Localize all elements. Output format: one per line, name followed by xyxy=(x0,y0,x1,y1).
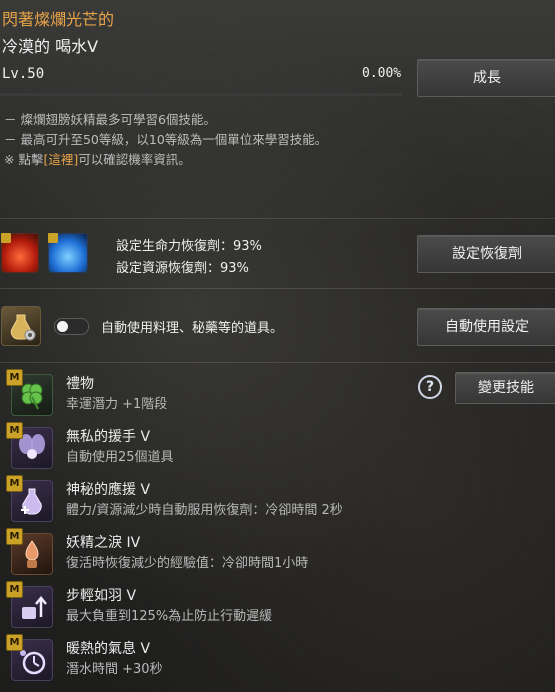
info-line-2: － 最高可升至50等級，以10等級為一個單位來學習技能。 xyxy=(4,132,328,147)
pet-title-line1: 閃著燦爛光芒的 xyxy=(2,10,115,29)
mastery-badge: M xyxy=(6,581,23,598)
toggle-knob xyxy=(57,321,68,332)
mp-recovery-label: 設定資源恢復劑：93% xyxy=(116,261,249,276)
list-item: M 步輕如羽 V 最大負重到125%為止防止行動遲緩 xyxy=(0,581,555,634)
hp-potion-icon xyxy=(1,233,39,273)
mp-potion-icon xyxy=(48,233,88,273)
plus-badge xyxy=(1,233,11,243)
progress-percent: 0.00% xyxy=(362,66,402,81)
skill-desc: 自動使用25個道具 xyxy=(66,450,174,465)
mastery-badge: M xyxy=(6,369,23,386)
list-item: M 禮物 幸運潛力 +1階段 xyxy=(0,369,555,422)
info-line-3-prefix: ※ 點擊 xyxy=(4,152,44,167)
skill-name: 禮物 xyxy=(66,376,94,392)
skill-name: 暖熱的氣息 V xyxy=(66,641,151,657)
list-item: M 無私的援手 V 自動使用25個道具 xyxy=(0,422,555,475)
divider-bottom xyxy=(0,362,555,363)
list-item: M 妖精之淚 IV 復活時恢復減少的經驗值：冷卻時間1小時 xyxy=(0,528,555,581)
mastery-badge: M xyxy=(6,528,23,545)
set-recovery-button[interactable]: 設定恢復劑 xyxy=(417,235,555,273)
auto-use-label: 自動使用料理、秘藥等的道具。 xyxy=(101,321,284,336)
probability-link[interactable]: [這裡] xyxy=(43,152,78,167)
skill-desc: 幸運潛力 +1階段 xyxy=(66,397,168,412)
pet-title-line2: 冷漠的 喝水V xyxy=(2,37,99,56)
auto-use-settings-button[interactable]: 自動使用設定 xyxy=(417,308,555,346)
info-line-1: － 燦爛翅膀妖精最多可學習6個技能。 xyxy=(4,112,216,127)
mastery-badge: M xyxy=(6,422,23,439)
auto-use-toggle[interactable] xyxy=(54,318,89,335)
skill-name: 神秘的應援 V xyxy=(66,482,151,498)
list-item: M 神秘的應援 V 體力/資源減少時自動服用恢復劑：冷卻時間 2秒 xyxy=(0,475,555,528)
plus-badge xyxy=(48,233,58,243)
info-text: － 燦爛翅膀妖精最多可學習6個技能。 － 最高可升至50等級，以10等級為一個單… xyxy=(4,110,327,170)
mastery-badge: M xyxy=(6,475,23,492)
pet-level: Lv.50 xyxy=(2,66,45,82)
mastery-badge: M xyxy=(6,634,23,651)
potion-gear-icon xyxy=(1,306,41,346)
skill-name: 步輕如羽 V xyxy=(66,588,137,604)
skill-desc: 體力/資源減少時自動服用恢復劑：冷卻時間 2秒 xyxy=(66,503,343,518)
info-line-3: ※ 點擊[這裡]可以確認機率資訊。 xyxy=(4,150,327,170)
skill-desc: 復活時恢復減少的經驗值：冷卻時間1小時 xyxy=(66,556,309,571)
skill-desc: 最大負重到125%為止防止行動遲緩 xyxy=(66,609,273,624)
skill-desc: 潛水時間 +30秒 xyxy=(66,662,163,677)
divider-mid xyxy=(0,288,555,289)
hp-recovery-label: 設定生命力恢復劑：93% xyxy=(116,239,262,254)
skill-name: 無私的援手 V xyxy=(66,429,151,445)
skill-name: 妖精之淚 IV xyxy=(66,535,141,551)
divider-top xyxy=(0,218,555,219)
progress-bar xyxy=(0,93,402,96)
list-item: M 暖熱的氣息 V 潛水時間 +30秒 xyxy=(0,634,555,687)
info-line-3-suffix: 可以確認機率資訊。 xyxy=(78,152,191,167)
grow-button[interactable]: 成長 xyxy=(417,59,555,97)
